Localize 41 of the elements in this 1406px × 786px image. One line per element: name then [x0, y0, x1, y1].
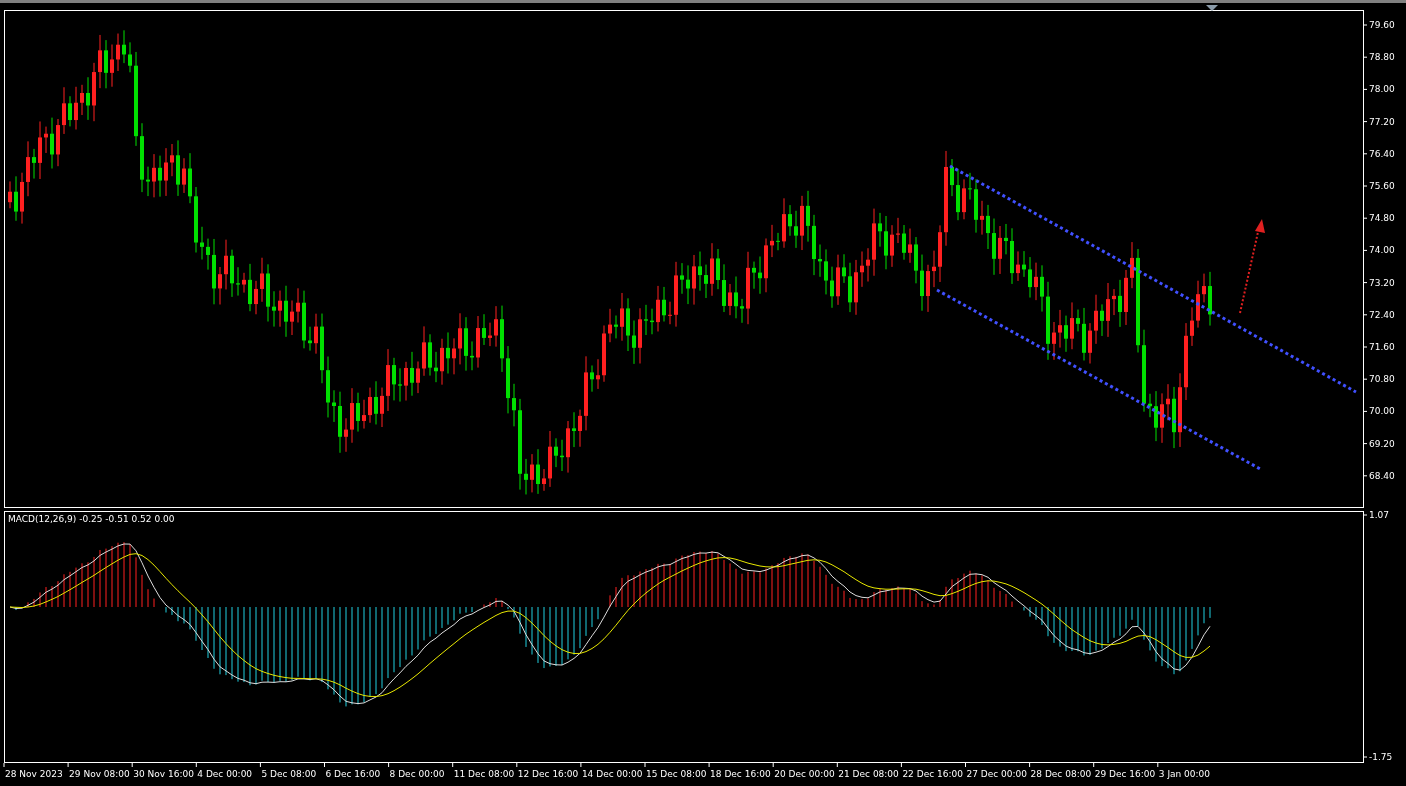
price-label: 75.60: [1369, 181, 1395, 191]
price-label: 79.60: [1369, 20, 1395, 30]
indicator-label: MACD(12,26,9) -0.25 -0.51 0.52 0.00: [8, 514, 175, 524]
time-label: 20 Dec 00:00: [774, 769, 835, 779]
price-label: 78.80: [1369, 52, 1395, 63]
price-label: 72.40: [1369, 309, 1395, 320]
time-label: 15 Dec 08:00: [646, 769, 707, 779]
price-label: 74.00: [1369, 245, 1395, 256]
price-label: 71.60: [1369, 342, 1395, 352]
time-label: 8 Dec 00:00: [389, 769, 445, 779]
time-label: 11 Dec 08:00: [453, 769, 515, 779]
indicator-axis-label: 1.07: [1369, 510, 1390, 520]
price-label: 77.20: [1369, 116, 1395, 127]
time-label: 29 Dec 16:00: [1094, 769, 1156, 779]
time-label: 18 Dec 16:00: [710, 769, 771, 779]
price-label: 68.40: [1369, 470, 1395, 481]
price-label: 70.00: [1369, 406, 1395, 417]
time-label: 27 Dec 00:00: [966, 769, 1028, 779]
time-label: 28 Dec 08:00: [1030, 769, 1092, 779]
time-label: 14 Dec 00:00: [581, 769, 643, 779]
time-label: 12 Dec 16:00: [517, 769, 579, 779]
indicator-axis-label: -1.75: [1369, 752, 1393, 762]
time-label: 3 Jan 00:00: [1158, 769, 1211, 779]
price-label: 69.20: [1369, 438, 1395, 449]
price-label: 70.80: [1369, 374, 1395, 385]
price-label: 78.00: [1369, 84, 1395, 95]
price-label: 74.80: [1369, 213, 1395, 224]
time-label: 4 Dec 00:00: [197, 769, 253, 779]
channel-line[interactable]: [949, 164, 1357, 394]
time-label: 28 Nov 2023: [5, 769, 63, 779]
channel-line[interactable]: [936, 288, 1263, 472]
time-label: 5 Dec 08:00: [261, 769, 317, 779]
price-label: 73.20: [1369, 277, 1395, 288]
triangle-marker-icon[interactable]: [1206, 5, 1218, 11]
time-label: 6 Dec 16:00: [325, 769, 381, 779]
time-label: 22 Dec 16:00: [902, 769, 963, 779]
arrow-drawing[interactable]: [1239, 219, 1265, 314]
time-label: 30 Nov 16:00: [133, 769, 194, 779]
time-label: 29 Nov 08:00: [69, 769, 130, 779]
time-label: 21 Dec 08:00: [838, 769, 899, 779]
price-label: 76.40: [1369, 148, 1395, 159]
